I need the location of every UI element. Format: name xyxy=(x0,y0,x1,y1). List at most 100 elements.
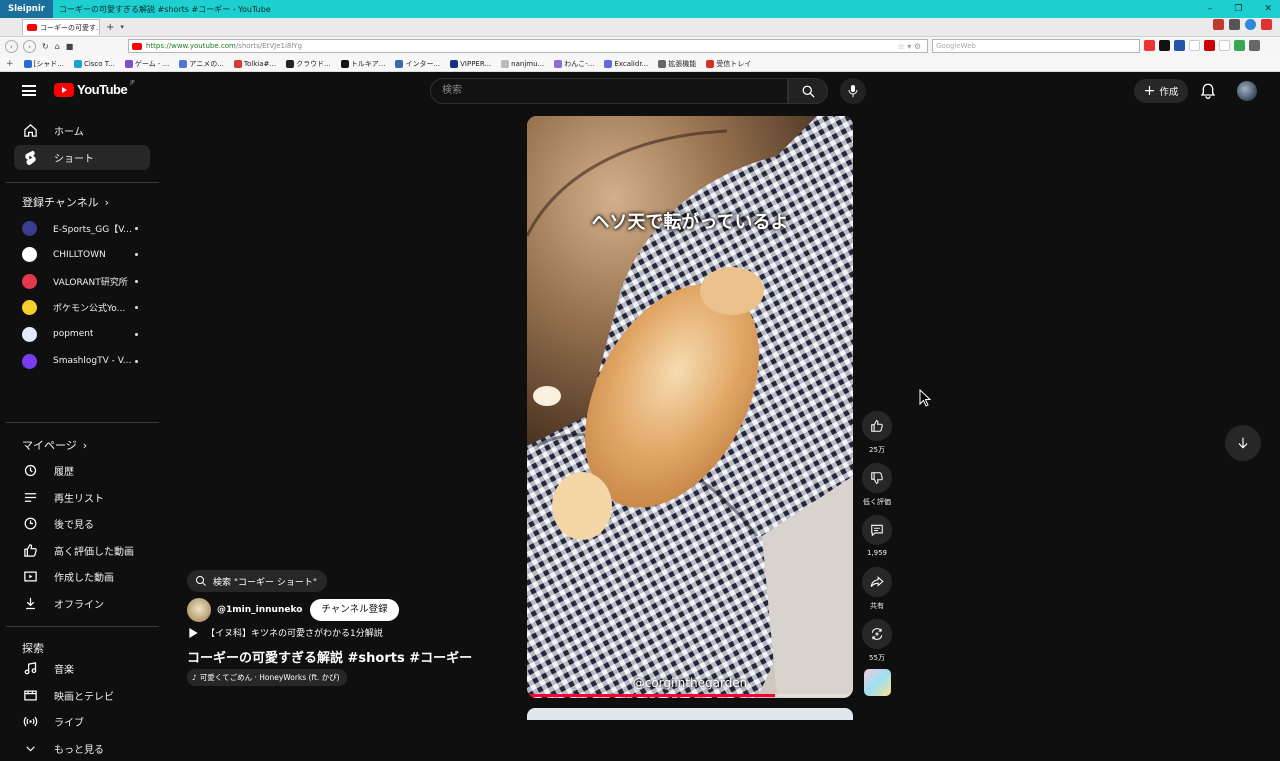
account-avatar[interactable] xyxy=(1237,81,1257,101)
sidebar-item-live[interactable]: ライブ xyxy=(14,709,150,734)
youtube-logo[interactable]: YouTube JP xyxy=(54,80,135,97)
sidebar-item-chevron-down[interactable]: もっと見る xyxy=(14,736,150,761)
notifications-button[interactable] xyxy=(1200,82,1216,104)
channel-name: VALORANT研究所 xyxy=(53,277,128,288)
video-title[interactable]: コーギーの可愛すぎる解説 #shorts #コーギー xyxy=(187,647,472,666)
new-tab-icon[interactable]: + xyxy=(106,22,114,33)
bookmark-item[interactable]: わんこ-... xyxy=(554,59,594,69)
extension-icon[interactable] xyxy=(1245,19,1256,30)
subscription-channel[interactable]: CHILLTOWN xyxy=(22,246,142,264)
create-button[interactable]: + 作成 xyxy=(1134,79,1188,103)
bookmark-item[interactable]: Cisco T... xyxy=(73,59,115,69)
sidebar-item-watch-later[interactable]: 後で見る xyxy=(14,511,150,536)
bookmark-icon[interactable]: ■ xyxy=(66,42,74,51)
bookmark-favicon-icon xyxy=(286,59,295,68)
sidebar-item-download[interactable]: オフライン xyxy=(14,591,150,616)
add-bookmark-icon[interactable]: + xyxy=(6,59,14,69)
extension-icon[interactable] xyxy=(1213,19,1224,30)
close-icon[interactable]: ✕ xyxy=(1264,4,1272,14)
bookmark-item[interactable]: クラウド... xyxy=(286,59,331,69)
channel-avatar[interactable] xyxy=(187,598,211,622)
subscribe-button[interactable]: チャンネル登録 xyxy=(310,599,399,621)
sidebar-item-music[interactable]: 音楽 xyxy=(14,656,150,681)
star-icon[interactable]: ☆ ▾ ⚙ xyxy=(898,42,921,51)
bookmark-item[interactable]: [シャド... xyxy=(23,59,64,69)
sidebar-item-history[interactable]: 履歴 xyxy=(14,458,150,483)
window-titlebar: Sleipnir コーギーの可愛すぎる解説 #shorts #コーギー - Yo… xyxy=(0,0,1280,18)
forward-icon[interactable]: › xyxy=(23,40,36,53)
bookmark-item[interactable]: nanjmu... xyxy=(501,59,544,69)
you-header[interactable]: マイページ › xyxy=(22,437,87,453)
related-video-title: 【イヌ科】キツネの可愛さがわかる1分解説 xyxy=(206,629,383,639)
bookmark-item[interactable]: アニメの... xyxy=(179,59,224,69)
bookmark-item[interactable]: 拡張機能 xyxy=(658,59,696,69)
bookmark-label: nanjmu... xyxy=(511,59,545,68)
subscription-channel[interactable]: VALORANT研究所 xyxy=(22,272,142,290)
sidebar-item-shorts[interactable]: ショート xyxy=(14,145,150,170)
url-field[interactable]: https://www.youtube.com/shorts/EtVJe1i8l… xyxy=(128,39,928,53)
extension-icon[interactable] xyxy=(1229,19,1240,30)
ext-icon[interactable] xyxy=(1174,40,1185,51)
sidebar-item-label: ホーム xyxy=(54,127,84,138)
sidebar-item-home[interactable]: ホーム xyxy=(14,118,150,143)
ext-icon[interactable] xyxy=(1234,40,1245,51)
subscription-channel[interactable]: E-Sports_GG【V... xyxy=(22,219,142,237)
channel-name[interactable]: @1min_innuneko xyxy=(217,605,302,615)
extension-icon[interactable] xyxy=(1261,19,1272,30)
music-chip[interactable]: ♪ 可愛くてごめん · HoneyWorks (ft. かぴ) xyxy=(187,669,347,686)
channel-avatar xyxy=(22,220,37,236)
bookmark-item[interactable]: トルキア... xyxy=(340,59,385,69)
dislike-label: 低く評価 xyxy=(863,498,891,506)
bookmark-label: 拡張機能 xyxy=(668,59,697,68)
subscription-channel[interactable]: ポケモン公式Yo... xyxy=(22,299,142,317)
bookmark-label: [シャド... xyxy=(33,59,64,68)
amazon-icon[interactable] xyxy=(1189,40,1200,51)
toolbar-extensions xyxy=(1144,40,1260,51)
rakuten-icon[interactable] xyxy=(1204,40,1215,51)
search-button[interactable] xyxy=(788,78,828,104)
related-video-link[interactable]: 【イヌ科】キツネの可愛さがわかる1分解説 xyxy=(189,626,383,639)
menu-icon[interactable] xyxy=(1249,40,1260,51)
voice-search-button[interactable] xyxy=(840,78,866,104)
sidebar-item-liked[interactable]: 高く評価した動画 xyxy=(14,538,150,563)
search-suggestion-chip[interactable]: 検索 "コーギー ショート" xyxy=(187,570,328,592)
restore-icon[interactable]: ❐ xyxy=(1234,4,1242,14)
divider xyxy=(6,182,159,183)
sidebar-item-movies[interactable]: 映画とテレビ xyxy=(14,683,150,708)
bookmark-item[interactable]: ゲーム - ... xyxy=(124,59,169,69)
browser-tab[interactable]: コーギーの可愛す... × xyxy=(22,19,100,35)
reload-icon[interactable]: ↻ xyxy=(42,42,49,51)
tab-menu-icon[interactable]: ▾ xyxy=(120,23,124,31)
comments-button[interactable]: 1,959 xyxy=(861,515,893,557)
minimize-icon[interactable]: – xyxy=(1208,4,1213,14)
video-progress-bar[interactable] xyxy=(527,694,853,697)
bookmark-item[interactable]: 受信トレイ xyxy=(706,59,751,69)
dislike-button[interactable]: 低く評価 xyxy=(861,463,893,507)
like-button[interactable]: 25万 xyxy=(861,411,893,455)
share-button[interactable]: 共有 xyxy=(861,567,893,611)
yahoo-icon[interactable] xyxy=(1219,40,1230,51)
subscriptions-header[interactable]: 登録チャンネル › xyxy=(22,194,109,210)
bookmark-item[interactable]: VIPPER... xyxy=(450,59,491,69)
sidebar-item-your-videos[interactable]: 作成した動画 xyxy=(14,564,150,589)
music-thumbnail[interactable] xyxy=(864,669,891,696)
menu-icon[interactable] xyxy=(22,85,36,96)
youtube-ext-icon[interactable] xyxy=(1144,40,1155,51)
bookmark-item[interactable]: インター... xyxy=(395,59,440,69)
bookmark-item[interactable]: Excalidr... xyxy=(604,59,648,69)
remix-button[interactable]: 55万 xyxy=(861,619,893,663)
bookmark-label: Cisco T... xyxy=(83,59,115,68)
home-icon[interactable]: ⌂ xyxy=(55,42,60,51)
subscription-channel[interactable]: popment xyxy=(22,325,142,343)
shorts-video-player[interactable]: ヘソ天で転がっているよ @corgiinthegarden xyxy=(527,116,853,698)
next-short-button[interactable] xyxy=(1225,425,1261,461)
next-short-preview[interactable] xyxy=(527,708,853,720)
sidebar-item-playlist[interactable]: 再生リスト xyxy=(14,485,150,510)
subscription-channel[interactable]: SmashlogTV - V... xyxy=(22,352,142,370)
bookmark-item[interactable]: Tolkia#... xyxy=(233,59,276,69)
x-ext-icon[interactable] xyxy=(1159,40,1170,51)
movies-icon xyxy=(22,687,38,703)
web-search-field[interactable]: GoogleWeb xyxy=(932,39,1140,53)
search-input[interactable]: 検索 xyxy=(430,78,788,104)
back-icon[interactable]: ‹ xyxy=(5,40,18,53)
